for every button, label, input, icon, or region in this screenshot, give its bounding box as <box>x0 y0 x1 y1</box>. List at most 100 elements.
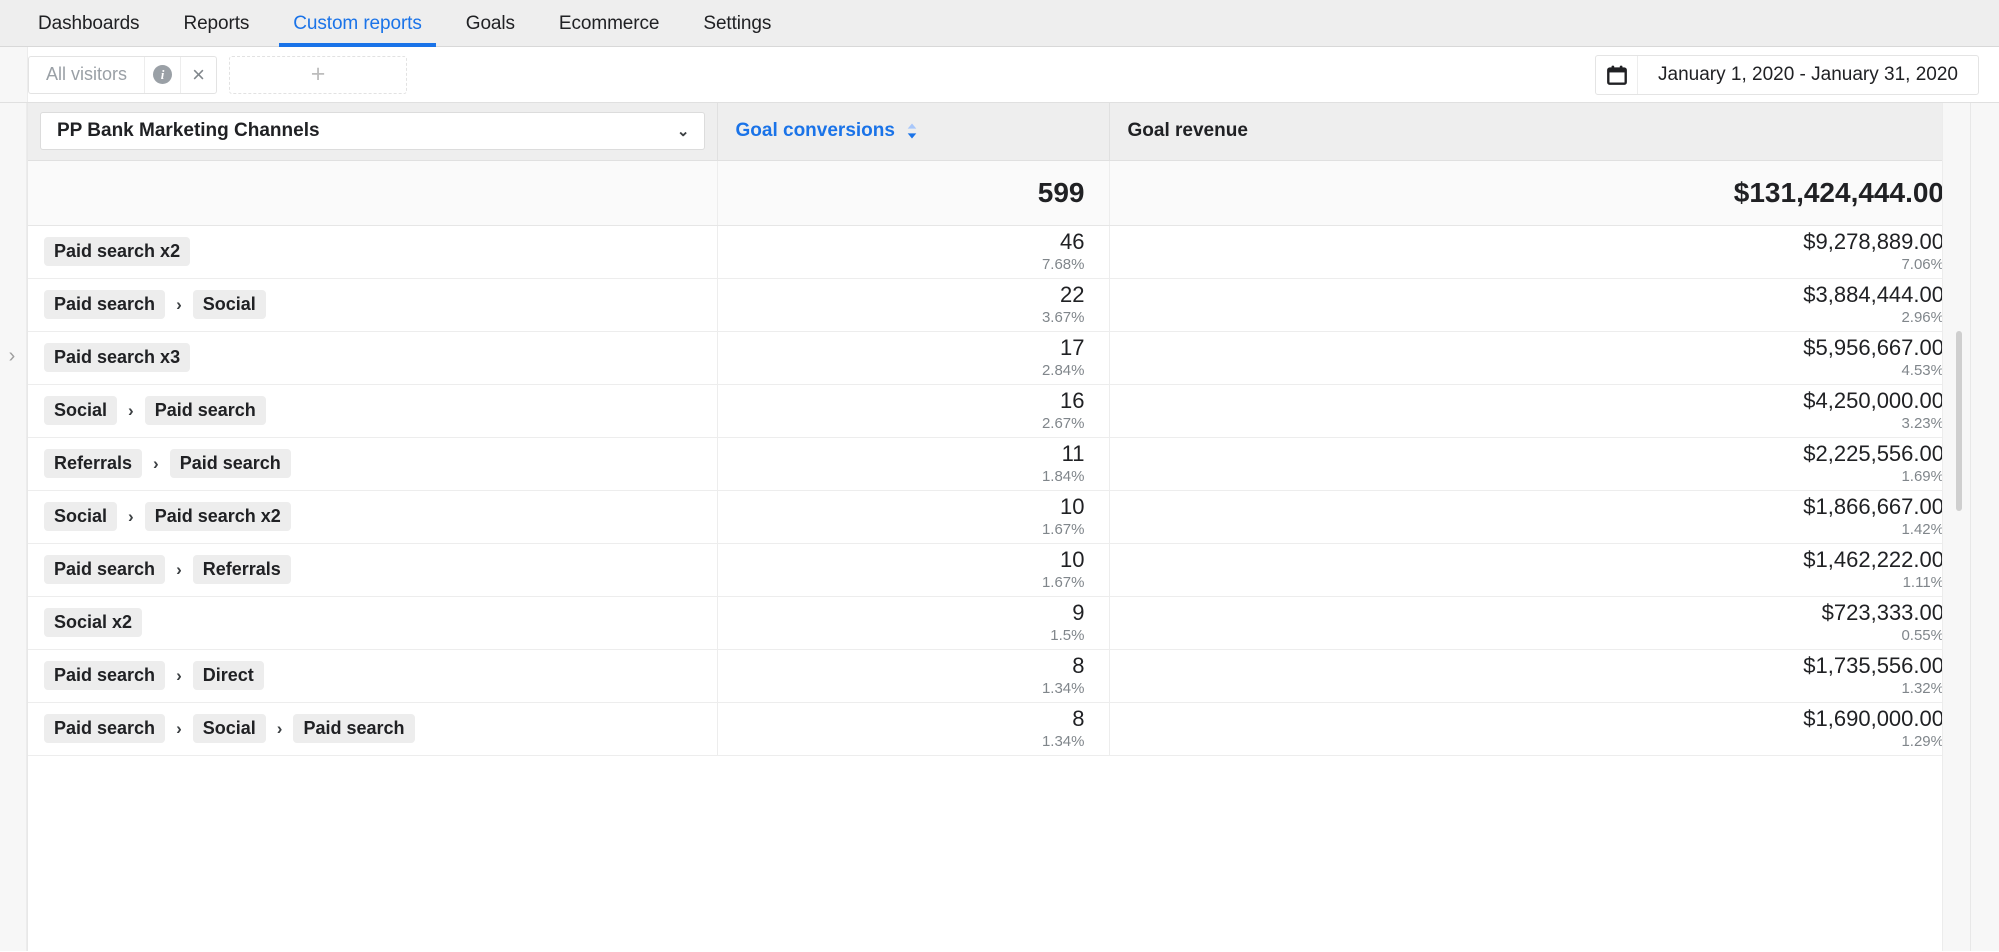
path-separator-icon: › <box>165 296 193 313</box>
path-separator-icon: › <box>266 720 294 737</box>
revenue-percent: 1.69% <box>1110 467 1945 487</box>
channel-path: Paid search›Social›Paid search <box>44 714 703 744</box>
expand-sidebar-button[interactable]: › <box>1 346 23 366</box>
channel-chip: Paid search <box>170 449 291 479</box>
revenue-value: $1,462,222.00 <box>1110 547 1945 572</box>
revenue-percent: 2.96% <box>1110 308 1945 328</box>
conversions-value-cell: 101.67% <box>717 490 1109 543</box>
table-row[interactable]: Paid search›Referrals101.67%$1,462,222.0… <box>28 543 1970 596</box>
conversions-value-cell: 223.67% <box>717 278 1109 331</box>
channel-chip: Paid search <box>44 714 165 744</box>
segment-remove-button[interactable]: × <box>180 57 216 93</box>
channel-chip: Social x2 <box>44 608 142 638</box>
channel-chip: Social <box>44 396 117 426</box>
conversions-header-label: Goal conversions <box>736 120 895 142</box>
conversion-paths-table: PP Bank Marketing Channels ⌄ Goal conver… <box>28 103 1970 756</box>
path-cell: Paid search x3 <box>28 331 717 384</box>
sort-conversions-button[interactable]: Goal conversions <box>736 120 919 142</box>
channel-path: Social›Paid search x2 <box>44 502 703 532</box>
vertical-scrollbar[interactable] <box>1942 103 1970 951</box>
nav-item-custom-reports[interactable]: Custom reports <box>271 0 443 47</box>
revenue-value-cell: $1,690,000.001.29% <box>1109 702 1970 755</box>
table-row[interactable]: Paid search›Social›Paid search81.34%$1,6… <box>28 702 1970 755</box>
table-row[interactable]: Social x2 91.5% $723,333.000.55% <box>28 596 1970 649</box>
table-row[interactable]: Paid search›Direct81.34%$1,735,556.001.3… <box>28 649 1970 702</box>
main-navigation: DashboardsReports Custom reports GoalsEcom… <box>0 0 1999 47</box>
channel-chip: Paid search x3 <box>44 343 190 373</box>
table-header: PP Bank Marketing Channels ⌄ Goal conver… <box>28 103 1970 160</box>
nav-item-ecommerce[interactable]: Ecommerce <box>537 0 681 47</box>
revenue-percent: 1.42% <box>1110 520 1945 540</box>
conversions-value: 10 <box>718 547 1085 572</box>
conversions-value-cell: 162.67% <box>717 384 1109 437</box>
segment-label: All visitors <box>29 57 144 93</box>
table-body: 599$131,424,444.00Paid search x2467.68%$… <box>28 160 1970 755</box>
channel-chip: Direct <box>193 661 264 691</box>
left-rail: › <box>0 103 27 951</box>
revenue-value-cell: $723,333.000.55% <box>1109 596 1970 649</box>
conversions-percent: 1.84% <box>718 467 1085 487</box>
table-row[interactable]: Paid search x2467.68%$9,278,889.007.06% <box>28 225 1970 278</box>
revenue-percent: 1.29% <box>1110 732 1945 752</box>
conversions-value-cell: 101.67% <box>717 543 1109 596</box>
add-segment-button[interactable]: + <box>229 56 407 94</box>
plus-icon: + <box>311 62 326 87</box>
conversions-percent: 1.34% <box>718 679 1085 699</box>
path-cell: Paid search›Social <box>28 278 717 331</box>
path-cell: Paid search›Social›Paid search <box>28 702 717 755</box>
table-row[interactable]: Social›Paid search162.67%$4,250,000.003.… <box>28 384 1970 437</box>
scrollbar-thumb[interactable] <box>1956 331 1962 511</box>
revenue-value: $3,884,444.00 <box>1110 282 1945 307</box>
totals-row: 599$131,424,444.00 <box>28 160 1970 225</box>
channel-chip: Social <box>193 714 266 744</box>
calendar-icon <box>1606 64 1628 86</box>
revenue-percent: 7.06% <box>1110 255 1945 275</box>
totals-revenue: $131,424,444.00 <box>1109 160 1970 225</box>
revenue-percent: 4.53% <box>1110 361 1945 381</box>
conversions-percent: 1.5% <box>718 626 1085 646</box>
path-separator-icon: › <box>165 561 193 578</box>
revenue-value-cell: $1,866,667.001.42% <box>1109 490 1970 543</box>
revenue-value: $1,735,556.00 <box>1110 653 1945 678</box>
path-separator-icon: › <box>165 667 193 684</box>
info-icon: i <box>153 65 172 84</box>
channel-path: Social x2 <box>44 608 703 638</box>
path-cell: Paid search›Referrals <box>28 543 717 596</box>
path-separator-icon: › <box>165 720 193 737</box>
table-row[interactable]: Paid search›Social 223.67%$3,884,444.002.… <box>28 278 1970 331</box>
channel-chip: Paid search <box>44 555 165 585</box>
revenue-column-header[interactable]: Goal revenue <box>1109 103 1970 160</box>
nav-item-label: Custom reports <box>293 13 421 35</box>
segment-all-visitors[interactable]: All visitors i × <box>28 56 217 94</box>
dimension-select[interactable]: PP Bank Marketing Channels ⌄ <box>40 112 705 150</box>
date-range-label: January 1, 2020 - January 31, 2020 <box>1638 56 1978 94</box>
path-separator-icon: › <box>117 402 145 419</box>
conversions-value: 9 <box>718 600 1085 625</box>
conversions-percent: 1.34% <box>718 732 1085 752</box>
conversions-value: 10 <box>718 494 1085 519</box>
conversions-value-cell: 111.84% <box>717 437 1109 490</box>
nav-item-goals[interactable]: Goals <box>444 0 537 47</box>
conversions-column-header[interactable]: Goal conversions <box>717 103 1109 160</box>
dimension-select-value: PP Bank Marketing Channels <box>57 120 320 142</box>
channel-chip: Paid search <box>44 661 165 691</box>
totals-conversions: 599 <box>717 160 1109 225</box>
revenue-value-cell: $1,462,222.001.11% <box>1109 543 1970 596</box>
revenue-value: $9,278,889.00 <box>1110 229 1945 254</box>
table-row[interactable]: Paid search x3172.84%$5,956,667.004.53% <box>28 331 1970 384</box>
segment-toolbar: All visitors i × + January 1, 2020 - Jan… <box>0 47 1999 103</box>
table-row[interactable]: Social›Paid search x2 101.67%$1,866,667.0… <box>28 490 1970 543</box>
conversions-value: 8 <box>718 653 1085 678</box>
path-separator-icon: › <box>142 455 170 472</box>
conversions-percent: 7.68% <box>718 255 1085 275</box>
path-cell: Social x2 <box>28 596 717 649</box>
nav-item-reports[interactable]: Reports <box>161 0 271 47</box>
channel-path: Paid search›Social <box>44 290 703 320</box>
date-range-picker[interactable]: January 1, 2020 - January 31, 2020 <box>1595 55 1979 95</box>
path-cell: Paid search›Direct <box>28 649 717 702</box>
table-header-row: PP Bank Marketing Channels ⌄ Goal conver… <box>28 103 1970 160</box>
nav-item-settings[interactable]: Settings <box>681 0 793 47</box>
table-row[interactable]: Referrals›Paid search111.84%$2,225,556.0… <box>28 437 1970 490</box>
nav-item-dashboards[interactable]: Dashboards <box>16 0 161 47</box>
segment-info-button[interactable]: i <box>144 57 180 93</box>
